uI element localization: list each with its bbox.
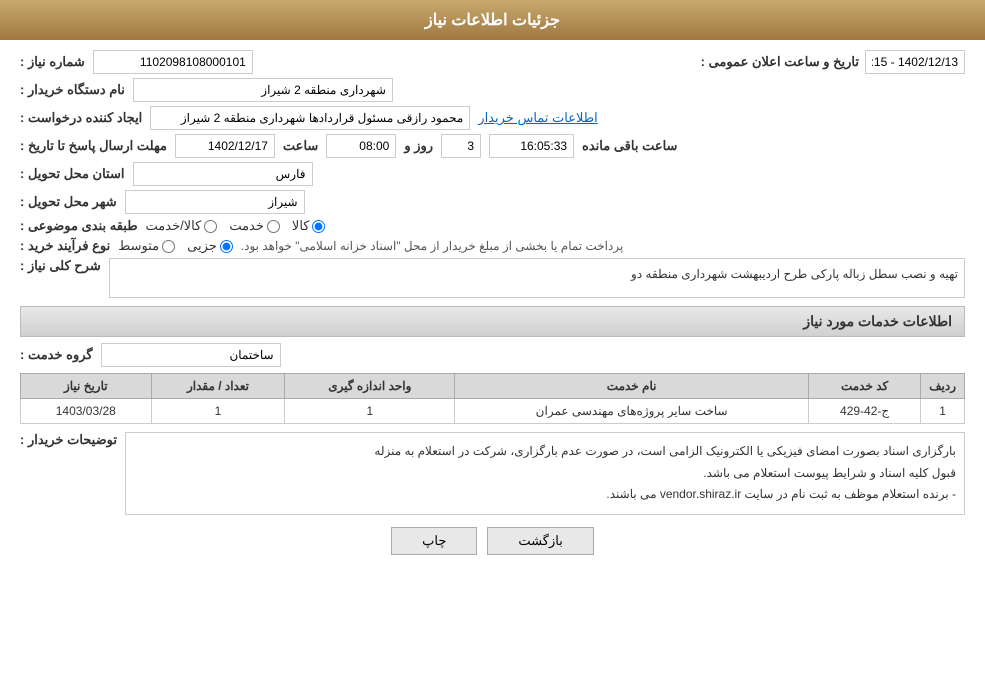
creator-label: ایجاد کننده درخواست : — [20, 110, 142, 126]
radio-kala-khadamat-input[interactable] — [204, 220, 217, 233]
cell-service-code: ج-42-429 — [809, 399, 921, 424]
deadline-time-label: ساعت — [283, 138, 318, 154]
deadline-time-input[interactable] — [326, 134, 396, 158]
row-creator: ایجاد کننده درخواست : اطلاعات تماس خریدا… — [20, 106, 965, 130]
category-label: طبقه بندی موضوعی : — [20, 218, 138, 234]
radio-kala-khadamat: کالا/خدمت — [146, 218, 218, 234]
radio-jozee-input[interactable] — [220, 240, 233, 253]
radio-kala: کالا — [292, 218, 326, 234]
row-buyer-notes: توضیحات خریدار : بارگزاری اسناد بصورت ام… — [20, 432, 965, 515]
purchase-type-label: نوع فرآیند خرید : — [20, 238, 110, 254]
buyer-notes-line1: بارگزاری اسناد بصورت امضای فیزیکی یا الک… — [134, 441, 956, 463]
buyer-org-input[interactable] — [133, 78, 393, 102]
radio-jozee: جزیی — [187, 238, 233, 254]
row-need-number: شماره نیاز : تاریخ و ساعت اعلان عمومی : — [20, 50, 965, 74]
row-purchase-type: نوع فرآیند خرید : متوسط جزیی پرداخت تمام… — [20, 238, 965, 254]
service-group-input[interactable] — [101, 343, 281, 367]
deadline-date-input[interactable] — [175, 134, 275, 158]
radio-motawaset-input[interactable] — [162, 240, 175, 253]
deadline-days-label: روز و — [404, 138, 433, 154]
radio-motawaset: متوسط — [118, 238, 175, 254]
buyer-org-label: نام دستگاه خریدار : — [20, 82, 125, 98]
buyer-notes-label: توضیحات خریدار : — [20, 432, 117, 448]
table-header-row: ردیف کد خدمت نام خدمت واحد اندازه گیری ت… — [21, 374, 965, 399]
city-input[interactable] — [125, 190, 305, 214]
creator-link[interactable]: اطلاعات تماس خریدار — [478, 110, 597, 126]
buttons-row: بازگشت چاپ — [20, 527, 965, 555]
th-service-code: کد خدمت — [809, 374, 921, 399]
city-label: شهر محل تحویل : — [20, 194, 117, 210]
row-province: استان محل تحویل : — [20, 162, 965, 186]
purchase-description: پرداخت تمام یا بخشی از مبلغ خریدار از مح… — [241, 239, 624, 253]
row-deadline: مهلت ارسال پاسخ تا تاریخ : ساعت روز و سا… — [20, 134, 965, 158]
page-title: جزئیات اطلاعات نیاز — [425, 12, 560, 29]
radio-kala-khadamat-label: کالا/خدمت — [146, 218, 202, 234]
category-radio-group: کالا/خدمت خدمت کالا — [146, 218, 326, 234]
cell-unit: 1 — [285, 399, 455, 424]
radio-motawaset-label: متوسط — [118, 238, 159, 254]
need-number-label: شماره نیاز : — [20, 54, 85, 70]
back-button[interactable]: بازگشت — [487, 527, 593, 555]
radio-kala-input[interactable] — [312, 220, 325, 233]
page-header: جزئیات اطلاعات نیاز — [0, 0, 985, 40]
buyer-notes-box: بارگزاری اسناد بصورت امضای فیزیکی یا الک… — [125, 432, 965, 515]
row-general-desc: شرح کلی نیاز : تهیه و نصب سطل زباله پارک… — [20, 258, 965, 298]
row-category: طبقه بندی موضوعی : کالا/خدمت خدمت کالا — [20, 218, 965, 234]
deadline-remaining-input[interactable] — [489, 134, 574, 158]
general-desc-value: تهیه و نصب سطل زباله پارکی طرح اردیبهشت … — [631, 267, 958, 281]
row-service-group: گروه خدمت : — [20, 343, 965, 367]
services-section-header: اطلاعات خدمات مورد نیاز — [20, 306, 965, 337]
print-button[interactable]: چاپ — [391, 527, 477, 555]
buyer-notes-line2: قبول کلیه اسناد و شرایط پیوست استعلام می… — [134, 463, 956, 485]
page-wrapper: جزئیات اطلاعات نیاز شماره نیاز : تاریخ و… — [0, 0, 985, 691]
purchase-type-group: متوسط جزیی — [118, 238, 233, 254]
buyer-notes-line3: - برنده استعلام موظف به ثبت نام در سایت … — [134, 484, 956, 506]
th-row-num: ردیف — [921, 374, 965, 399]
th-date: تاریخ نیاز — [21, 374, 152, 399]
radio-jozee-label: جزیی — [187, 238, 217, 254]
cell-date: 1403/03/28 — [21, 399, 152, 424]
th-service-name: نام خدمت — [455, 374, 809, 399]
general-desc-box: تهیه و نصب سطل زباله پارکی طرح اردیبهشت … — [109, 258, 965, 298]
radio-khadamat-input[interactable] — [267, 220, 280, 233]
announce-input[interactable] — [865, 50, 965, 74]
services-table: ردیف کد خدمت نام خدمت واحد اندازه گیری ت… — [20, 373, 965, 424]
services-section-label: اطلاعات خدمات مورد نیاز — [803, 313, 952, 329]
cell-row-num: 1 — [921, 399, 965, 424]
content-area: شماره نیاز : تاریخ و ساعت اعلان عمومی : … — [0, 40, 985, 577]
radio-kala-label: کالا — [292, 218, 310, 234]
general-desc-label: شرح کلی نیاز : — [20, 258, 101, 274]
cell-quantity: 1 — [151, 399, 285, 424]
row-city: شهر محل تحویل : — [20, 190, 965, 214]
table-row: 1 ج-42-429 ساخت سایر پروژه‌های مهندسی عم… — [21, 399, 965, 424]
cell-service-name: ساخت سایر پروژه‌های مهندسی عمران — [455, 399, 809, 424]
th-unit: واحد اندازه گیری — [285, 374, 455, 399]
deadline-days-input[interactable] — [441, 134, 481, 158]
deadline-label: مهلت ارسال پاسخ تا تاریخ : — [20, 138, 167, 154]
th-quantity: تعداد / مقدار — [151, 374, 285, 399]
province-label: استان محل تحویل : — [20, 166, 125, 182]
announce-label: تاریخ و ساعت اعلان عمومی : — [701, 54, 859, 70]
service-group-label: گروه خدمت : — [20, 347, 93, 363]
province-input[interactable] — [133, 162, 313, 186]
radio-khadamat: خدمت — [229, 218, 280, 234]
need-number-input[interactable] — [93, 50, 253, 74]
deadline-remaining-label: ساعت باقی مانده — [582, 138, 677, 154]
row-buyer-org: نام دستگاه خریدار : — [20, 78, 965, 102]
radio-khadamat-label: خدمت — [229, 218, 264, 234]
creator-input[interactable] — [150, 106, 470, 130]
